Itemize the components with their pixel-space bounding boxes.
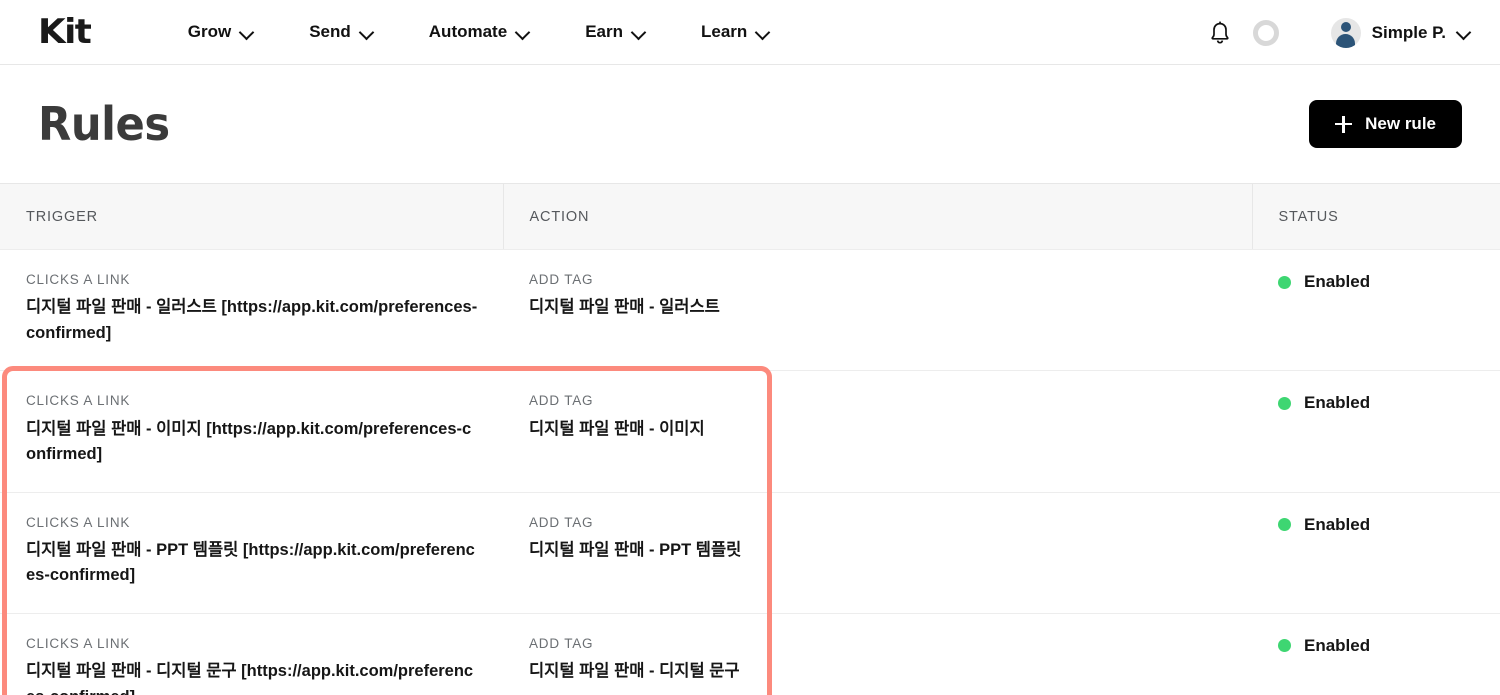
chevron-down-icon — [516, 26, 529, 39]
table-header: TRIGGER ACTION STATUS — [0, 183, 1500, 250]
trigger-type-label: CLICKS A LINK — [26, 635, 131, 651]
status-label: Enabled — [1304, 635, 1371, 655]
nav-item-send[interactable]: Send — [281, 16, 401, 48]
nav-item-label: Send — [309, 22, 351, 41]
status-label: Enabled — [1304, 272, 1371, 291]
nav-item-label: Automate — [428, 22, 508, 41]
account-name-label: Simple P. — [1371, 22, 1446, 42]
new-rule-button-label: New rule — [1365, 114, 1436, 133]
status-dot-icon — [1278, 275, 1291, 289]
chevron-down-icon — [360, 26, 373, 39]
trigger-type-label: CLICKS A LINK — [26, 514, 131, 530]
action-detail-label: 디지털 파일 판매 - PPT 템플릿 — [529, 540, 742, 559]
status-dot-icon — [1278, 639, 1291, 653]
user-avatar-icon — [1330, 17, 1361, 48]
column-header-trigger[interactable]: TRIGGER — [0, 183, 503, 250]
nav-item-label: Earn — [585, 22, 623, 41]
nav-right-cluster: Simple P. — [1197, 0, 1470, 65]
cell-action: ADD TAG 디지털 파일 판매 - 이미지 — [503, 370, 1252, 493]
rules-table-container: TRIGGER ACTION STATUS CLICKS A LINK 디지털 … — [0, 183, 1500, 695]
status-badge[interactable]: Enabled — [1278, 272, 1500, 292]
trigger-detail-label: 디지털 파일 판매 - 일러스트 [https://app.kit.com/pr… — [26, 298, 478, 342]
chevron-down-icon — [632, 26, 645, 39]
chevron-down-icon — [1457, 26, 1470, 39]
bell-icon — [1211, 21, 1229, 44]
table-row[interactable]: CLICKS A LINK 디지털 파일 판매 - 이미지 [https://a… — [0, 370, 1500, 493]
rules-table: TRIGGER ACTION STATUS CLICKS A LINK 디지털 … — [0, 183, 1500, 695]
table-header-row: TRIGGER ACTION STATUS — [0, 183, 1500, 250]
status-dot-icon — [1278, 518, 1291, 532]
table-body: CLICKS A LINK 디지털 파일 판매 - 일러스트 [https://… — [0, 249, 1500, 695]
status-label: Enabled — [1304, 514, 1371, 534]
top-navigation-bar: Kit Grow Send Automate Earn Learn Simple… — [0, 0, 1500, 65]
action-detail-label: 디지털 파일 판매 - 이미지 — [529, 419, 705, 438]
action-type-label: ADD TAG — [529, 635, 594, 651]
main-nav-items: Grow Send Automate Earn Learn — [160, 16, 798, 48]
page-title: Rules — [38, 97, 170, 151]
status-badge[interactable]: Enabled — [1278, 393, 1500, 413]
account-menu[interactable]: Simple P. — [1330, 17, 1470, 48]
cell-action: ADD TAG 디지털 파일 판매 - PPT 템플릿 — [503, 492, 1252, 614]
column-header-status[interactable]: STATUS — [1251, 183, 1500, 250]
action-detail-label: 디지털 파일 판매 - 일러스트 — [529, 298, 720, 317]
cell-status: Enabled — [1252, 249, 1500, 372]
status-badge[interactable]: Enabled — [1278, 515, 1500, 535]
cell-action: ADD TAG 디지털 파일 판매 - 디지털 문구 — [503, 613, 1252, 695]
cell-trigger: CLICKS A LINK 디지털 파일 판매 - 일러스트 [https://… — [0, 249, 503, 372]
nav-item-label: Grow — [187, 22, 232, 41]
nav-item-automate[interactable]: Automate — [401, 16, 557, 48]
kit-logo[interactable]: Kit — [38, 15, 92, 49]
trigger-detail-label: 디지털 파일 판매 - 디지털 문구 [https://app.kit.com/… — [26, 662, 474, 695]
cell-trigger: CLICKS A LINK 디지털 파일 판매 - 이미지 [https://a… — [0, 370, 503, 493]
status-dot-icon — [1278, 396, 1291, 410]
table-row[interactable]: CLICKS A LINK 디지털 파일 판매 - PPT 템플릿 [https… — [0, 492, 1500, 614]
nav-item-learn[interactable]: Learn — [673, 16, 797, 48]
cell-trigger: CLICKS A LINK 디지털 파일 판매 - PPT 템플릿 [https… — [0, 492, 503, 614]
status-badge[interactable]: Enabled — [1278, 636, 1500, 656]
trigger-detail-label: 디지털 파일 판매 - PPT 템플릿 [https://app.kit.com… — [26, 540, 475, 585]
nav-item-grow[interactable]: Grow — [160, 16, 281, 48]
trigger-type-label: CLICKS A LINK — [26, 393, 131, 409]
cell-action: ADD TAG 디지털 파일 판매 - 일러스트 — [503, 249, 1252, 372]
progress-ring-icon — [1252, 19, 1279, 46]
cell-status: Enabled — [1252, 370, 1500, 493]
page-header: Rules New rule — [0, 65, 1500, 183]
nav-item-earn[interactable]: Earn — [557, 16, 673, 48]
notifications-button[interactable] — [1197, 10, 1243, 56]
chevron-down-icon — [240, 26, 253, 39]
status-label: Enabled — [1304, 393, 1371, 413]
trigger-detail-label: 디지털 파일 판매 - 이미지 [https://app.kit.com/pre… — [26, 419, 472, 464]
cell-status: Enabled — [1252, 492, 1500, 614]
action-type-label: ADD TAG — [529, 393, 594, 409]
cell-status: Enabled — [1252, 613, 1500, 695]
action-type-label: ADD TAG — [529, 514, 594, 530]
table-row[interactable]: CLICKS A LINK 디지털 파일 판매 - 일러스트 [https://… — [0, 249, 1500, 372]
column-header-action[interactable]: ACTION — [502, 183, 1252, 250]
progress-ring-button[interactable] — [1243, 10, 1289, 56]
new-rule-button[interactable]: New rule — [1309, 100, 1462, 148]
table-row[interactable]: CLICKS A LINK 디지털 파일 판매 - 디지털 문구 [https:… — [0, 613, 1500, 695]
trigger-type-label: CLICKS A LINK — [26, 272, 131, 287]
cell-trigger: CLICKS A LINK 디지털 파일 판매 - 디지털 문구 [https:… — [0, 613, 503, 695]
nav-item-label: Learn — [700, 22, 748, 41]
action-detail-label: 디지털 파일 판매 - 디지털 문구 — [529, 662, 740, 681]
chevron-down-icon — [756, 26, 769, 39]
action-type-label: ADD TAG — [529, 272, 594, 287]
plus-icon — [1335, 115, 1353, 133]
